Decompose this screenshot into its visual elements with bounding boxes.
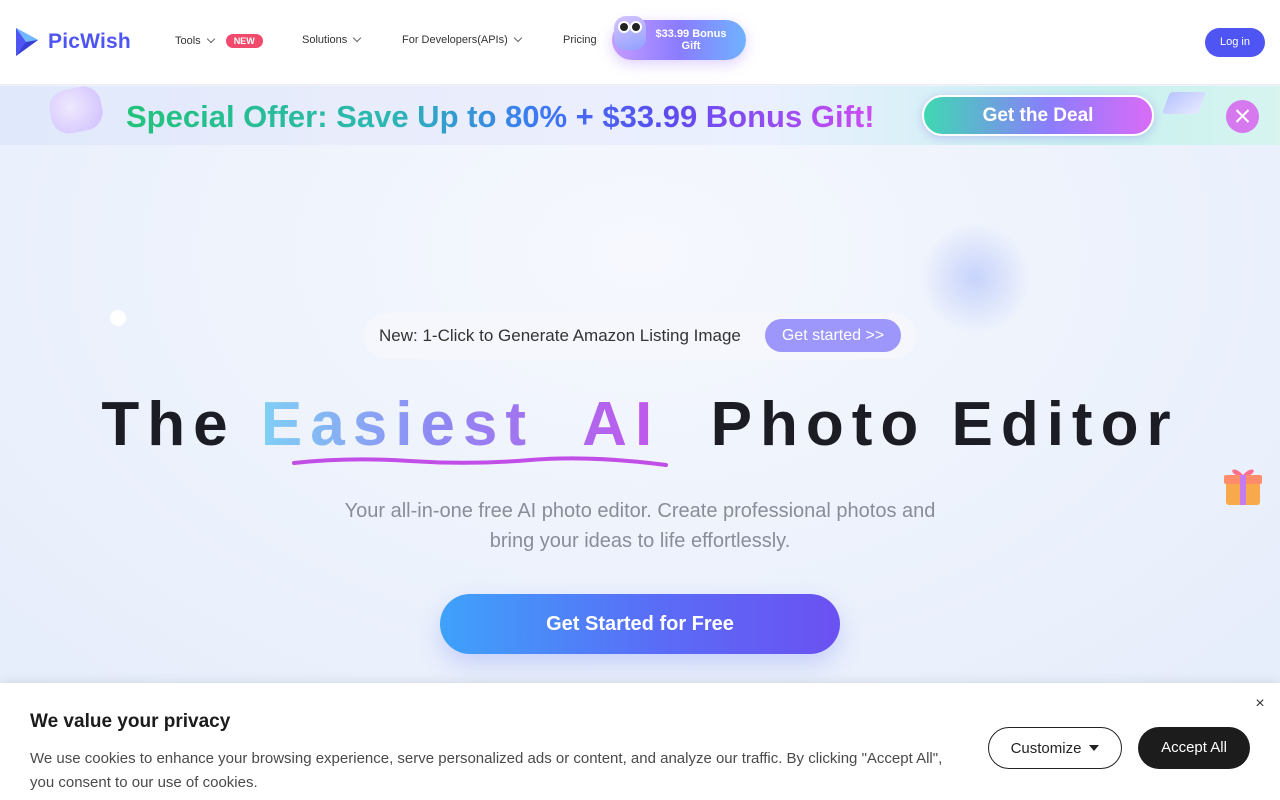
- decorative-dot: [110, 310, 126, 326]
- chevron-down-icon: [206, 34, 215, 44]
- nav-solutions[interactable]: Solutions: [302, 33, 362, 46]
- headline-underline-stroke: [292, 456, 668, 467]
- promo-offer-text: Special Offer: Save Up to 80% + $33.99 B…: [126, 99, 875, 134]
- nav-pricing-label: Pricing: [563, 34, 597, 46]
- bonus-gift-pill[interactable]: $33.99 Bonus Gift: [612, 16, 746, 60]
- nav-pricing[interactable]: Pricing: [563, 34, 597, 46]
- heart-decoration-icon: [45, 86, 107, 137]
- chevron-down-icon: [513, 33, 523, 43]
- headline-suffix: Photo Editor: [660, 390, 1179, 459]
- promo-banner: Special Offer: Save Up to 80% + $33.99 B…: [0, 86, 1280, 145]
- announcement-text: New: 1-Click to Generate Amazon Listing …: [379, 326, 741, 345]
- promo-close-button[interactable]: [1226, 100, 1259, 133]
- caret-down-icon: [1089, 745, 1100, 751]
- hero-subtitle: Your all-in-one free AI photo editor. Cr…: [0, 496, 1280, 556]
- picwish-logo-icon: [16, 28, 38, 56]
- customize-label: Customize: [1010, 739, 1082, 757]
- hero-subtitle-line2: bring your ideas to life effortlessly.: [489, 530, 791, 552]
- nav-tools-label: Tools: [175, 35, 201, 47]
- nav-solutions-label: Solutions: [302, 34, 348, 46]
- hero-section: New: 1-Click to Generate Amazon Listing …: [0, 145, 1280, 683]
- sparkle-decoration-icon: [1161, 92, 1207, 114]
- chevron-down-icon: [353, 33, 362, 43]
- get-started-free-button[interactable]: Get Started for Free: [440, 594, 840, 654]
- headline-highlight: Easiest AI: [260, 390, 661, 459]
- brand-logo[interactable]: PicWish: [14, 26, 131, 58]
- decorative-blob: [920, 223, 1030, 333]
- mascot-icon: [614, 16, 646, 50]
- cookie-consent-banner: We value your privacy We use cookies to …: [0, 683, 1280, 800]
- customize-button[interactable]: Customize: [988, 727, 1122, 769]
- top-navigation: PicWish Tools NEW Solutions For Develope…: [0, 0, 1280, 85]
- login-button[interactable]: Log in: [1205, 28, 1265, 57]
- headline-prefix: The: [101, 390, 261, 459]
- announcement-get-started-button[interactable]: Get started >>: [765, 319, 901, 352]
- accept-all-button[interactable]: Accept All: [1138, 727, 1250, 769]
- gift-icon[interactable]: [1222, 463, 1264, 507]
- announcement-bar: New: 1-Click to Generate Amazon Listing …: [364, 313, 916, 359]
- nav-tools[interactable]: Tools NEW: [175, 34, 263, 48]
- brand-name: PicWish: [48, 30, 131, 53]
- cookie-title: We value your privacy: [30, 711, 231, 732]
- cookie-description: We use cookies to enhance your browsing …: [30, 750, 943, 791]
- nav-developers-label: For Developers(APIs): [402, 34, 508, 46]
- nav-developers[interactable]: For Developers(APIs): [402, 33, 523, 46]
- cookie-close-button[interactable]: ×: [1251, 695, 1269, 713]
- bonus-gift-label: $33.99 Bonus Gift: [655, 28, 727, 52]
- hero-subtitle-line1: Your all-in-one free AI photo editor. Cr…: [344, 500, 936, 522]
- new-badge: NEW: [225, 34, 263, 48]
- page-title: The Easiest AI Photo Editor: [0, 389, 1280, 460]
- get-deal-button[interactable]: Get the Deal: [922, 95, 1154, 136]
